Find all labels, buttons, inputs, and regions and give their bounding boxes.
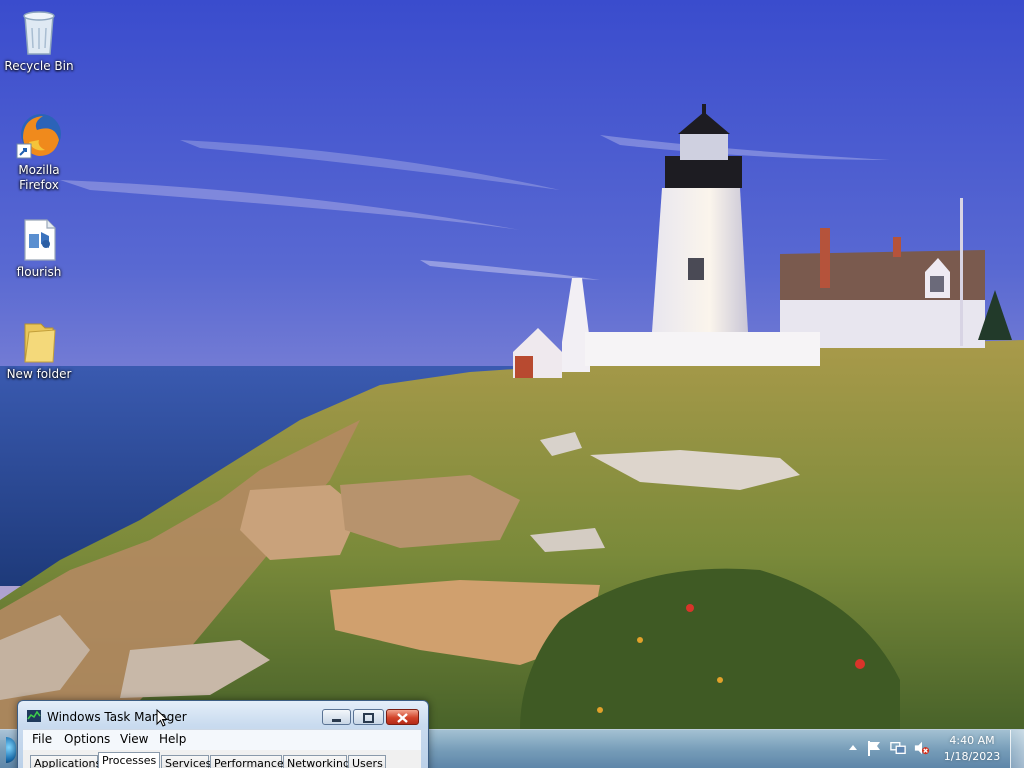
media-file-icon (24, 219, 56, 261)
desktop-icon-label: New folder (6, 367, 72, 381)
taskbar-clock[interactable]: 4:40 AM 1/18/2023 (940, 733, 1004, 765)
menu-bar: File Options View Help (23, 729, 421, 750)
task-manager-window[interactable]: Windows Task Manager File Options View H… (17, 700, 429, 768)
close-icon (397, 713, 408, 723)
tab-networking[interactable]: Networking (283, 755, 350, 768)
clock-date: 1/18/2023 (943, 750, 1001, 763)
desktop-icon-recycle-bin[interactable]: Recycle Bin (1, 8, 77, 74)
wallpaper-image (0, 0, 1024, 768)
mouse-cursor-icon (156, 709, 168, 727)
window-titlebar[interactable]: Windows Task Manager (18, 701, 428, 729)
clock-time: 4:40 AM (949, 734, 995, 747)
tab-performance[interactable]: Performance (210, 755, 284, 768)
tab-services[interactable]: Services (161, 755, 211, 768)
tab-applications[interactable]: Applications (30, 755, 101, 768)
show-hidden-icons-icon[interactable] (845, 740, 861, 756)
volume-muted-icon[interactable] (914, 740, 930, 756)
maximize-button[interactable] (353, 709, 384, 725)
network-icon[interactable] (890, 740, 906, 756)
tab-users[interactable]: Users (348, 755, 386, 768)
minimize-icon (332, 719, 341, 722)
menu-options[interactable]: Options (64, 732, 110, 746)
desktop-icon-flourish[interactable]: flourish (1, 218, 77, 280)
folder-icon (24, 323, 56, 363)
desktop[interactable]: Recycle Bin Mozilla Firefox flourish New… (0, 0, 1024, 768)
maximize-icon (363, 713, 374, 723)
desktop-icon-new-folder[interactable]: New folder (1, 320, 77, 382)
desktop-icon-label: Recycle Bin (4, 59, 74, 73)
tab-strip: Applications Processes Services Performa… (23, 750, 421, 768)
recycle-bin-icon (23, 11, 55, 55)
show-desktop-button[interactable] (1010, 730, 1024, 768)
close-button[interactable] (386, 709, 419, 725)
menu-file[interactable]: File (32, 732, 52, 746)
task-manager-icon (27, 710, 41, 722)
firefox-icon (16, 114, 61, 159)
desktop-icon-firefox[interactable]: Mozilla Firefox (1, 112, 77, 193)
menu-help[interactable]: Help (159, 732, 186, 746)
menu-view[interactable]: View (120, 732, 148, 746)
desktop-icon-label: Mozilla Firefox (18, 163, 60, 192)
tab-processes[interactable]: Processes (98, 752, 160, 768)
minimize-button[interactable] (322, 709, 351, 725)
desktop-icon-label: flourish (16, 265, 62, 279)
action-center-flag-icon[interactable] (866, 740, 882, 756)
